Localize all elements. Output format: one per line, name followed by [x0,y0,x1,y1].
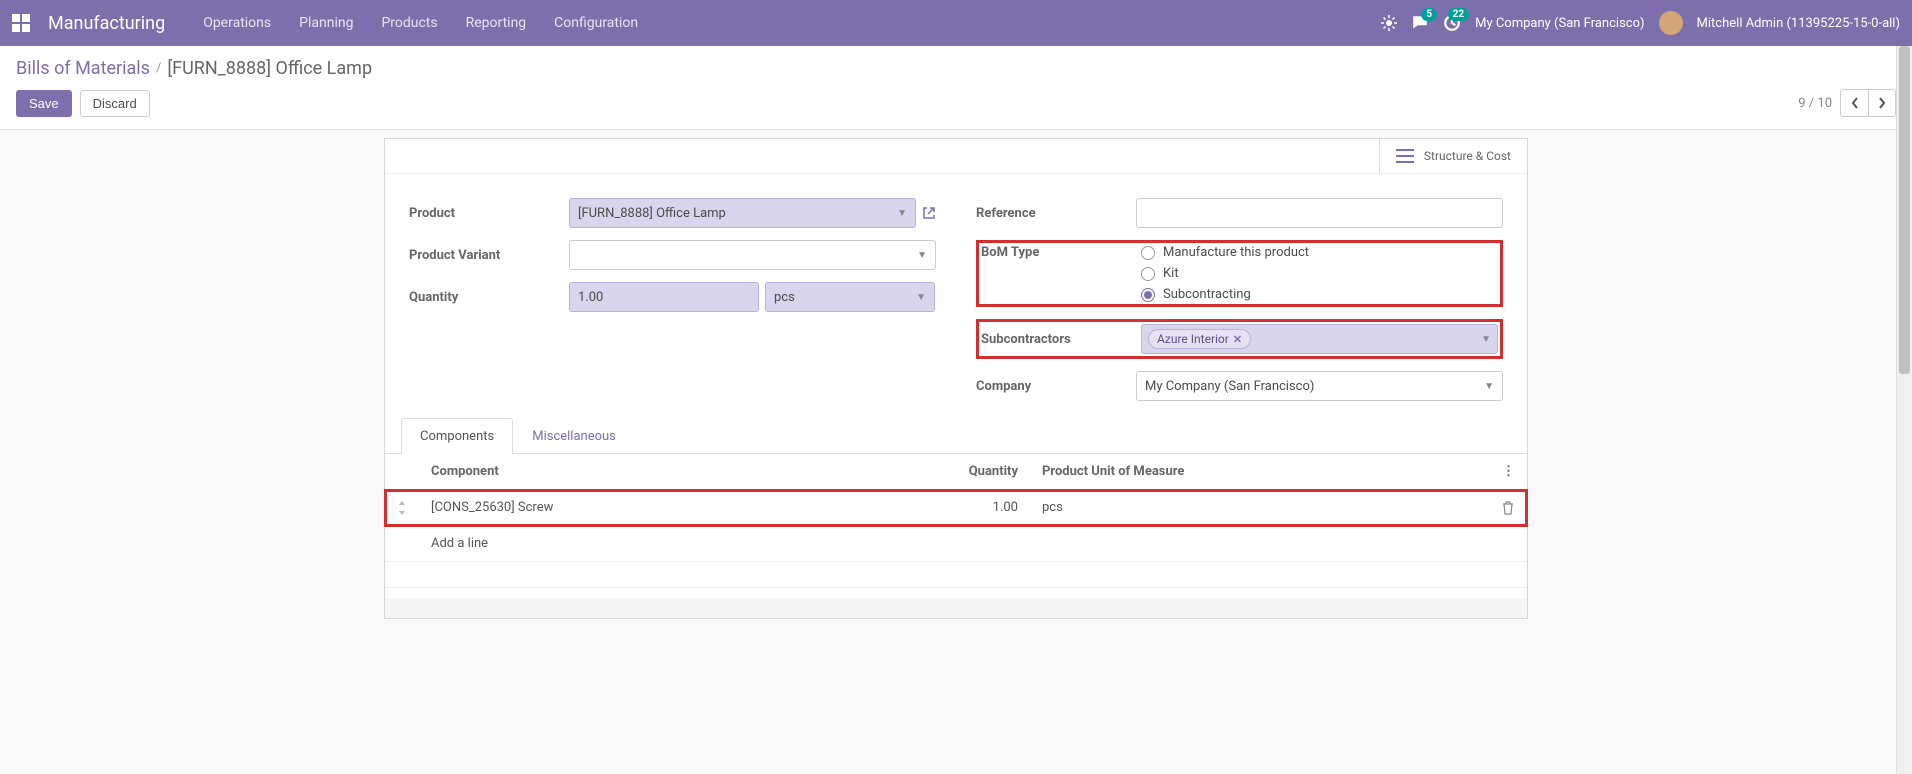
radio-kit[interactable]: Kit [1141,266,1309,281]
chevron-down-icon: ▼ [897,208,907,219]
radio-icon [1141,288,1155,302]
radio-icon [1141,246,1155,260]
company-switcher[interactable]: My Company (San Francisco) [1475,16,1644,31]
debug-icon[interactable] [1381,15,1397,31]
col-quantity: Quantity [850,454,1030,490]
trash-icon[interactable] [1502,501,1515,515]
top-navbar: Manufacturing Operations Planning Produc… [0,0,1912,46]
chevron-down-icon: ▼ [1481,334,1491,345]
col-uom: Product Unit of Measure [1030,454,1490,490]
user-menu[interactable]: Mitchell Admin (11395225-15-0-all) [1697,16,1900,31]
menu-planning[interactable]: Planning [299,15,353,31]
pager-next[interactable] [1868,89,1896,117]
chevron-down-icon: ▼ [917,250,927,261]
activities-badge: 22 [1448,8,1469,21]
reference-field[interactable] [1136,198,1503,228]
breadcrumb-current: [FURN_8888] Office Lamp [167,58,372,79]
quantity-value: 1.00 [578,290,603,305]
menu-configuration[interactable]: Configuration [554,15,638,31]
quantity-field[interactable]: 1.00 [569,282,759,312]
variant-field[interactable]: ▼ [569,240,936,270]
reference-label: Reference [976,206,1136,221]
menu-products[interactable]: Products [381,15,437,31]
breadcrumb-sep: / [156,61,161,76]
structure-cost-button[interactable]: Structure & Cost [1379,139,1527,173]
components-table: Component Quantity Product Unit of Measu… [385,454,1527,588]
avatar[interactable] [1659,11,1683,35]
table-row[interactable]: [CONS_25630] Screw 1.00 pcs [385,490,1527,526]
external-link-icon[interactable] [922,206,936,220]
breadcrumb-root[interactable]: Bills of Materials [16,58,150,79]
cell-quantity[interactable]: 1.00 [850,490,1030,526]
tag-label: Azure Interior [1157,332,1229,346]
drag-handle-icon[interactable] [385,490,419,526]
sheet-footer [385,598,1527,618]
quantity-uom-value: pcs [774,290,795,305]
activities-icon[interactable]: 22 [1443,14,1461,32]
subcontractor-tag: Azure Interior ✕ [1148,329,1251,349]
col-options[interactable]: ⋮ [1490,454,1527,490]
radio-label: Kit [1163,266,1179,281]
cell-uom[interactable]: pcs [1030,490,1490,526]
company-field[interactable]: My Company (San Francisco) ▼ [1136,371,1503,401]
pager-prev[interactable] [1840,89,1868,117]
radio-label: Subcontracting [1163,287,1251,302]
messages-icon[interactable]: 5 [1411,14,1429,32]
bars-icon [1396,149,1414,163]
menu-operations[interactable]: Operations [203,15,271,31]
variant-label: Product Variant [409,248,569,263]
control-panel: Bills of Materials / [FURN_8888] Office … [0,46,1912,130]
subcontractors-field[interactable]: Azure Interior ✕ ▼ [1141,324,1498,354]
product-label: Product [409,206,569,221]
highlight-bom-type: BoM Type Manufacture this product Kit [976,240,1503,307]
quantity-uom-field[interactable]: pcs ▼ [765,282,935,312]
save-button[interactable]: Save [16,90,72,117]
radio-icon [1141,267,1155,281]
highlight-subcontractors: Subcontractors Azure Interior ✕ ▼ [976,319,1503,359]
messages-badge: 5 [1421,8,1437,21]
radio-manufacture[interactable]: Manufacture this product [1141,245,1309,260]
radio-subcontracting[interactable]: Subcontracting [1141,287,1309,302]
radio-label: Manufacture this product [1163,245,1309,260]
cell-component[interactable]: [CONS_25630] Screw [419,490,850,526]
subcontractors-label: Subcontractors [981,332,1141,347]
company-value: My Company (San Francisco) [1145,379,1314,394]
discard-button[interactable]: Discard [80,90,150,117]
product-field[interactable]: [FURN_8888] Office Lamp ▼ [569,198,916,228]
company-label: Company [976,379,1136,394]
add-line-link[interactable]: Add a line [419,526,850,562]
chevron-down-icon: ▼ [916,292,926,303]
table-row-add: Add a line [385,526,1527,562]
stat-label: Structure & Cost [1424,149,1511,163]
menu-reporting[interactable]: Reporting [466,15,527,31]
apps-menu-icon[interactable] [12,14,30,32]
bom-type-label: BoM Type [981,245,1141,260]
col-component: Component [419,454,850,490]
product-value: [FURN_8888] Office Lamp [578,206,726,221]
tag-remove-icon[interactable]: ✕ [1233,333,1242,346]
quantity-label: Quantity [409,290,569,305]
tab-miscellaneous[interactable]: Miscellaneous [513,418,635,454]
pager-text[interactable]: 9 / 10 [1798,96,1832,111]
app-name[interactable]: Manufacturing [48,13,165,34]
scrollbar[interactable] [1896,46,1912,774]
form-sheet: Structure & Cost Product [FURN_8888] Off… [384,138,1528,619]
chevron-down-icon: ▼ [1484,381,1494,392]
tab-components[interactable]: Components [401,418,513,454]
